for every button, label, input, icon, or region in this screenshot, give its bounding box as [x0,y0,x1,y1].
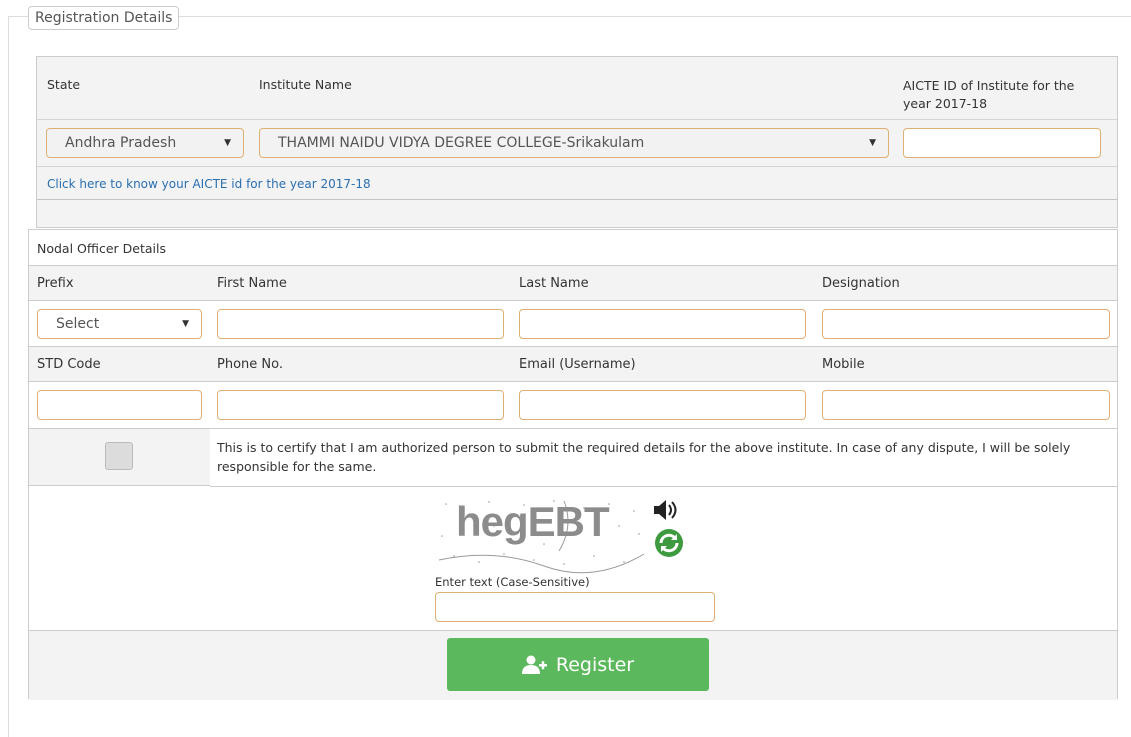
divider [210,486,1117,487]
designation-label: Designation [822,276,900,291]
institute-select[interactable]: THAMMI NAIDU VIDYA DEGREE COLLEGE-Srikak… [259,128,889,158]
speaker-icon[interactable] [651,498,681,526]
chevron-down-icon: ▼ [869,138,876,148]
captcha-input[interactable] [435,592,715,622]
aicte-id-link[interactable]: Click here to know your AICTE id for the… [47,177,371,191]
designation-input[interactable] [822,309,1110,339]
register-label: Register [555,653,635,676]
divider [37,199,1117,200]
refresh-icon[interactable] [653,528,685,562]
institute-name-header: Institute Name [259,77,352,92]
captcha-image: hegEBT [434,496,649,574]
prefix-select-value: Select [56,316,100,332]
row1-header-band: Prefix First Name Last Name Designation [29,265,1117,301]
phone-label: Phone No. [217,357,283,372]
aicte-id-input[interactable] [903,128,1101,158]
phone-input[interactable] [217,390,504,420]
state-select[interactable]: Andhra Pradesh ▼ [46,128,244,158]
first-name-input[interactable] [217,309,504,339]
last-name-label: Last Name [519,276,589,291]
divider [210,428,1117,429]
chevron-down-icon: ▼ [224,138,231,148]
std-code-label: STD Code [37,357,101,372]
divider [37,166,1117,167]
std-code-input[interactable] [37,390,202,420]
user-plus-icon [521,655,547,674]
last-name-input[interactable] [519,309,806,339]
prefix-label: Prefix [37,276,74,291]
checkbox-cell [29,428,210,486]
nodal-officer-section: Nodal Officer Details Prefix First Name … [28,229,1118,700]
captcha-text: hegEBT [456,498,610,545]
registration-legend: Registration Details [28,6,180,30]
captcha-label: Enter text (Case-Sensitive) [435,575,590,589]
certify-checkbox[interactable] [105,442,133,470]
row2-header-band: STD Code Phone No. Email (Username) Mobi… [29,346,1117,382]
divider [37,119,1117,120]
chevron-down-icon: ▼ [182,319,189,329]
nodal-title: Nodal Officer Details [37,241,166,256]
mobile-input[interactable] [822,390,1110,420]
certify-text: This is to certify that I am authorized … [217,440,1071,474]
email-label: Email (Username) [519,357,636,372]
first-name-label: First Name [217,276,287,291]
prefix-select[interactable]: Select ▼ [37,309,202,339]
institute-section: State Institute Name AICTE ID of Institu… [36,56,1118,228]
email-input[interactable] [519,390,806,420]
state-select-value: Andhra Pradesh [65,135,177,151]
institute-select-value: THAMMI NAIDU VIDYA DEGREE COLLEGE-Srikak… [278,135,645,151]
state-header: State [47,77,81,92]
aicte-id-header: AICTE ID of Institute for the year 2017-… [903,78,1075,111]
mobile-label: Mobile [822,357,865,372]
register-button[interactable]: Register [447,638,709,691]
